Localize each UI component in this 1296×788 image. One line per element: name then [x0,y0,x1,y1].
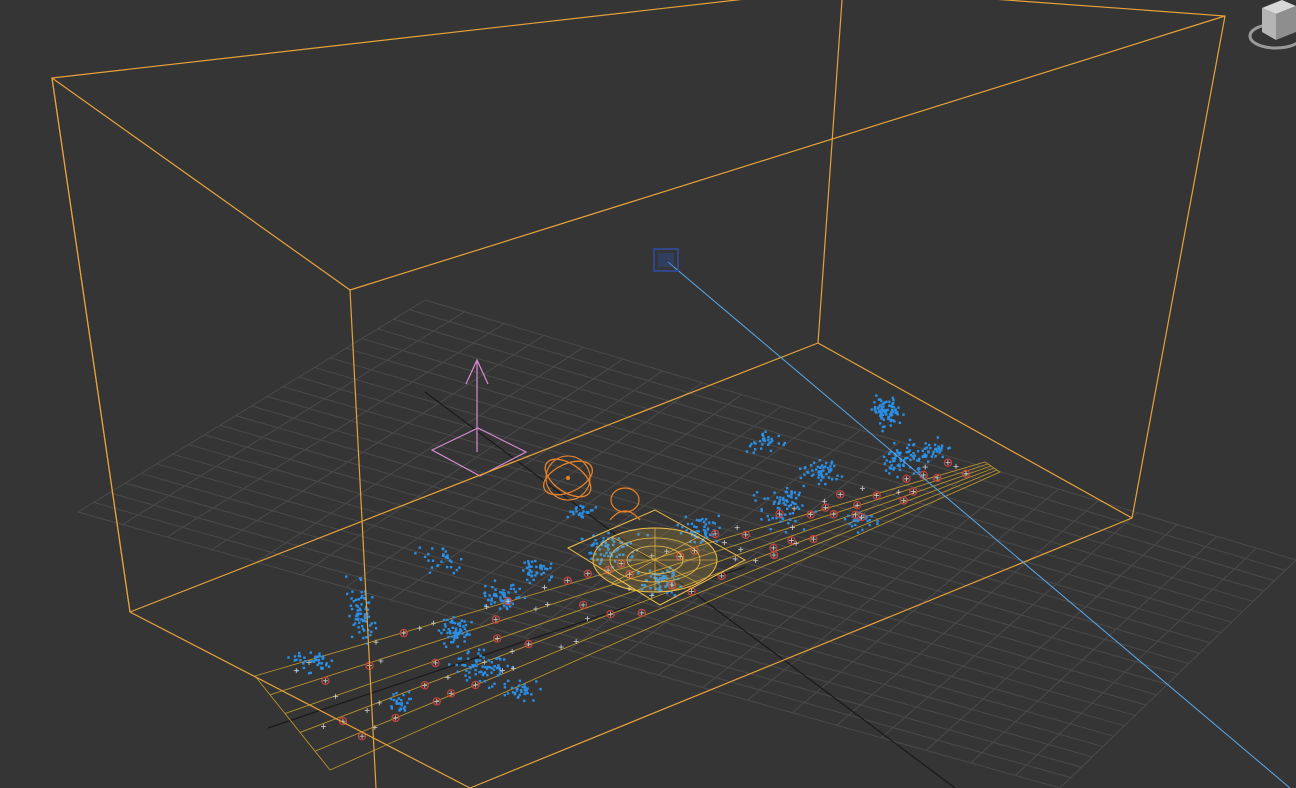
scene-canvas[interactable] [0,0,1296,788]
view-cube-icon[interactable] [1246,0,1296,56]
light-direction [667,261,1291,788]
perspective-viewport[interactable] [0,0,1296,788]
world-axes [267,391,956,788]
